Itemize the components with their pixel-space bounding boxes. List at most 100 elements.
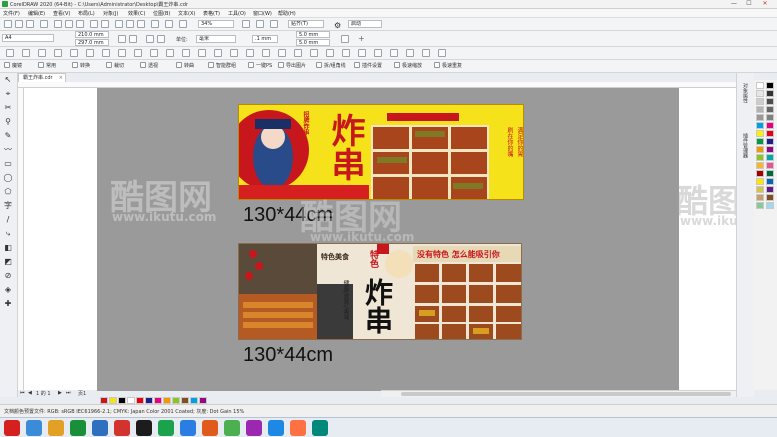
page-size-dropdown[interactable]: A4: [2, 34, 54, 42]
swatch-blue[interactable]: [766, 138, 774, 145]
menu-object[interactable]: 对象(J): [103, 10, 118, 17]
docker-tab-plugin-manager[interactable]: 插件管理器: [742, 133, 749, 158]
swatch-grey-20[interactable]: [756, 98, 764, 105]
plugin-one-click-ps[interactable]: 一键PS: [248, 62, 272, 71]
menu-table[interactable]: 表格(T): [203, 10, 220, 17]
swatch-grey-10[interactable]: [756, 90, 764, 97]
zoom-fit-icon[interactable]: [179, 20, 187, 28]
freehand-tool-icon[interactable]: ✎: [3, 131, 13, 141]
swatch-mint[interactable]: [756, 202, 764, 209]
swatch-dark-red[interactable]: [756, 170, 764, 177]
menu-effects[interactable]: 效果(C): [128, 10, 145, 17]
plugin-magic-mirror[interactable]: 魔镜: [4, 62, 22, 71]
plugin-icon-24[interactable]: [374, 49, 382, 57]
doc-swatch-1[interactable]: [100, 397, 108, 404]
doc-swatch-11[interactable]: [190, 397, 198, 404]
current-page-icon[interactable]: [157, 35, 165, 43]
plugin-icon-20[interactable]: [310, 49, 318, 57]
plugin-corner-lines[interactable]: 拆/组角线: [316, 62, 346, 71]
menu-text[interactable]: 文本(X): [178, 10, 195, 17]
parallel-dimension-icon[interactable]: /: [3, 215, 13, 225]
plugin-icon-5[interactable]: [70, 49, 78, 57]
plugin-icon-27[interactable]: [422, 49, 430, 57]
plugin-common[interactable]: 常用: [38, 62, 56, 71]
maximize-button[interactable]: ☐: [742, 0, 756, 8]
swatch-pink[interactable]: [766, 162, 774, 169]
last-page-icon[interactable]: ⏭: [66, 390, 71, 396]
plugin-icon-14[interactable]: [214, 49, 222, 57]
plugin-icon-21[interactable]: [326, 49, 334, 57]
swatch-magenta[interactable]: [766, 122, 774, 129]
duplicate-y-field[interactable]: 5.0 mm: [296, 39, 330, 46]
pdf-icon[interactable]: [151, 20, 159, 28]
swatch-green[interactable]: [756, 138, 764, 145]
snap-to-dropdown[interactable]: 贴齐(T): [288, 20, 324, 28]
taskbar-app-12-icon[interactable]: [268, 420, 284, 436]
taskbar-app-14-icon[interactable]: [312, 420, 328, 436]
swatch-black[interactable]: [766, 82, 774, 89]
swatch-yellow[interactable]: [756, 130, 764, 137]
doc-swatch-12[interactable]: [199, 397, 207, 404]
copy-icon[interactable]: [65, 20, 73, 28]
plugin-icon-2[interactable]: [22, 49, 30, 57]
swatch-orange[interactable]: [756, 146, 764, 153]
taskbar-app-1-icon[interactable]: [26, 420, 42, 436]
menu-layout[interactable]: 布局(L): [78, 10, 95, 17]
plugin-icon-25[interactable]: [390, 49, 398, 57]
plugin-icon-13[interactable]: [198, 49, 206, 57]
plugin-icon-18[interactable]: [278, 49, 286, 57]
connector-tool-icon[interactable]: ⤷: [3, 229, 13, 239]
doc-swatch-10[interactable]: [181, 397, 189, 404]
swatch-grey-40[interactable]: [756, 114, 764, 121]
taskbar-app-3-icon[interactable]: [70, 420, 86, 436]
plugin-icon-17[interactable]: [262, 49, 270, 57]
shape-tool-icon[interactable]: ⌖: [3, 89, 13, 99]
plugin-icon-22[interactable]: [342, 49, 350, 57]
nudge-distance-field[interactable]: .1 mm: [252, 35, 278, 43]
plugin-export-image[interactable]: 导出图片: [278, 62, 306, 71]
taskbar-app-5-icon[interactable]: [114, 420, 130, 436]
undo-icon[interactable]: [90, 20, 98, 28]
show-grid-icon[interactable]: [256, 20, 264, 28]
page-layout-icon[interactable]: [341, 35, 349, 43]
plugin-crop[interactable]: 裁切: [106, 62, 124, 71]
menu-bitmaps[interactable]: 位图(B): [153, 10, 170, 17]
import-icon[interactable]: [126, 20, 134, 28]
close-tab-icon[interactable]: ×: [59, 74, 63, 82]
plugin-fast-repeat[interactable]: 极速重复: [434, 62, 462, 71]
plugin-icon-9[interactable]: [134, 49, 142, 57]
plugin-icon-7[interactable]: [102, 49, 110, 57]
swatch-teal[interactable]: [766, 154, 774, 161]
plugin-to-curves[interactable]: 转曲: [176, 62, 194, 71]
swatch-royal-blue[interactable]: [766, 178, 774, 185]
swatch-tan[interactable]: [756, 194, 764, 201]
page-name-tab[interactable]: 页1: [78, 390, 86, 397]
menu-window[interactable]: 窗口(W): [253, 10, 272, 17]
doc-swatch-8[interactable]: [163, 397, 171, 404]
swatch-sky[interactable]: [766, 202, 774, 209]
swatch-cyan[interactable]: [756, 122, 764, 129]
page-navigator[interactable]: ⏮ ◀ 1 的 1 ▶ ⏭ 页1: [18, 390, 100, 397]
interactive-fill-icon[interactable]: ◈: [3, 285, 13, 295]
add-plus-icon[interactable]: +: [358, 34, 365, 43]
portrait-icon[interactable]: [118, 35, 126, 43]
scroll-thumb[interactable]: [401, 392, 731, 396]
menu-tools[interactable]: 工具(O): [228, 10, 246, 17]
drop-shadow-icon[interactable]: ◧: [3, 243, 13, 253]
swatch-grey-30[interactable]: [756, 106, 764, 113]
menu-help[interactable]: 帮助(H): [278, 10, 296, 17]
cut-icon[interactable]: [54, 20, 62, 28]
taskbar-app-9-icon[interactable]: [202, 420, 218, 436]
plugin-icon-3[interactable]: [38, 49, 46, 57]
all-pages-icon[interactable]: [146, 35, 154, 43]
zoom-level-field[interactable]: 34%: [198, 20, 234, 28]
pick-tool-icon[interactable]: ↖: [3, 75, 13, 85]
transparency-tool-icon[interactable]: ◩: [3, 257, 13, 267]
plugin-icon-23[interactable]: [358, 49, 366, 57]
doc-swatch-2[interactable]: [109, 397, 117, 404]
rectangle-tool-icon[interactable]: ▭: [3, 159, 13, 169]
text-tool-icon[interactable]: 字: [3, 201, 13, 211]
open-icon[interactable]: [15, 20, 23, 28]
page-height-field[interactable]: 297.0 mm: [75, 39, 109, 46]
swatch-grey-80[interactable]: [766, 90, 774, 97]
